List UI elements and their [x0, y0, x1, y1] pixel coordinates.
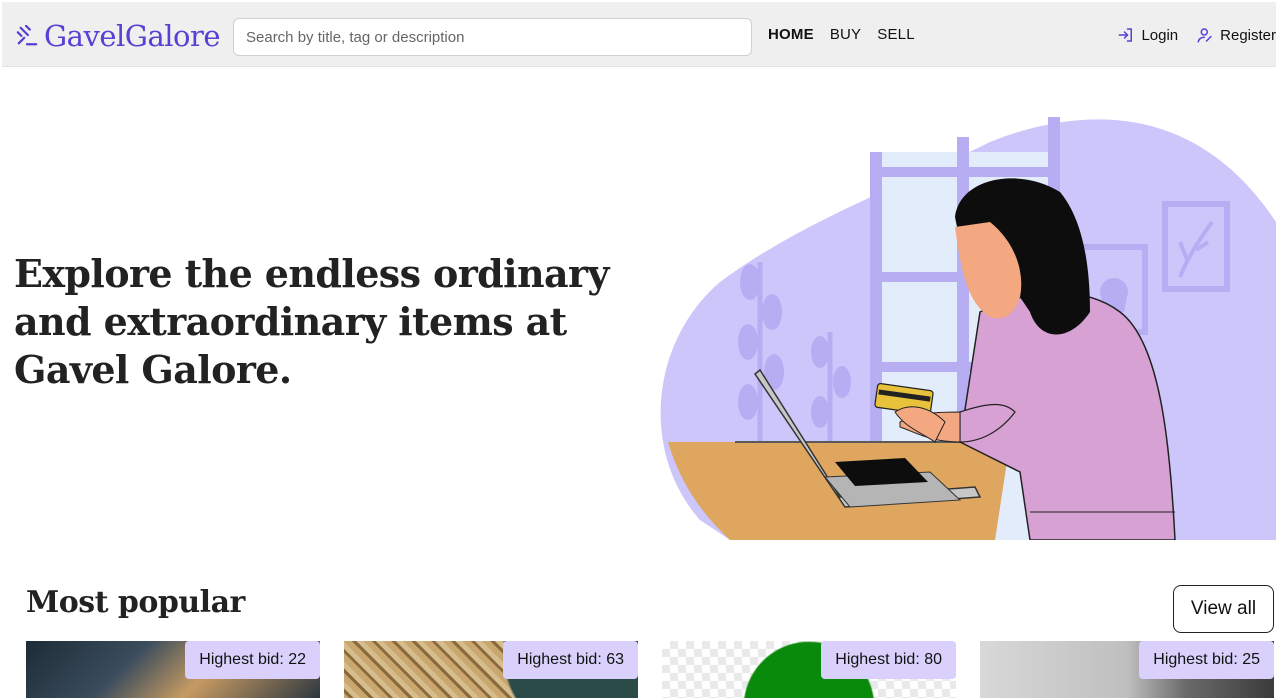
highest-bid-badge: Highest bid: 80 — [821, 641, 956, 679]
item-card[interactable]: Highest bid: 25 — [980, 641, 1274, 698]
search-input[interactable] — [233, 18, 752, 56]
main-nav: HOME BUY SELL — [768, 26, 915, 43]
login-link[interactable]: Login — [1117, 26, 1178, 44]
nav-buy[interactable]: BUY — [830, 26, 861, 43]
login-label: Login — [1141, 26, 1179, 44]
item-card[interactable]: Highest bid: 22 — [26, 641, 320, 698]
brand-logo-link[interactable]: GavelGalore — [16, 16, 221, 56]
register-label: Register — [1220, 26, 1276, 44]
view-all-button[interactable]: View all — [1173, 585, 1274, 633]
navbar: GavelGalore HOME BUY SELL Login — [2, 2, 1276, 67]
hero-title: Explore the endless ordinary and extraor… — [14, 251, 610, 392]
section-title-most-popular: Most popular — [26, 585, 245, 620]
nav-home[interactable]: HOME — [768, 26, 814, 43]
hero-illustration — [660, 117, 1276, 540]
nav-sell[interactable]: SELL — [877, 26, 915, 43]
highest-bid-badge: Highest bid: 63 — [503, 641, 638, 679]
highest-bid-badge: Highest bid: 25 — [1139, 641, 1274, 679]
brand-name: GavelGalore — [44, 19, 221, 53]
item-card[interactable]: Highest bid: 63 — [344, 641, 638, 698]
gavel-icon — [16, 25, 38, 46]
register-link[interactable]: Register — [1196, 26, 1276, 44]
highest-bid-badge: Highest bid: 22 — [185, 641, 320, 679]
item-card[interactable]: Highest bid: 80 — [662, 641, 956, 698]
login-icon — [1118, 28, 1133, 42]
auth-links: Login Register — [1117, 26, 1276, 44]
user-add-icon — [1197, 28, 1212, 43]
